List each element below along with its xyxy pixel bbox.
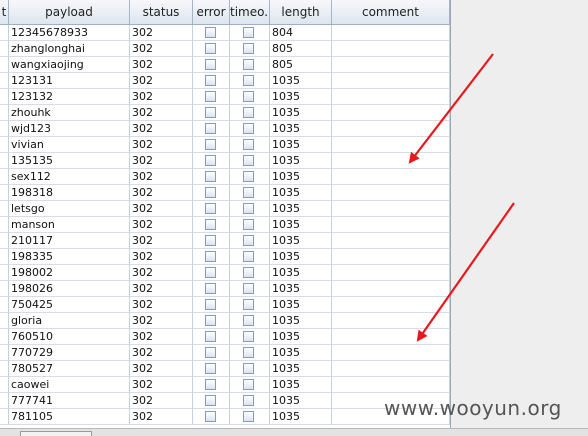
watermark: www.wooyun.org (384, 396, 562, 420)
red-arrow-lower (416, 202, 515, 342)
results-window: t payload status error timeo... length c… (0, 0, 588, 436)
annotation-arrows (408, 53, 515, 342)
red-arrow-upper (408, 53, 494, 164)
